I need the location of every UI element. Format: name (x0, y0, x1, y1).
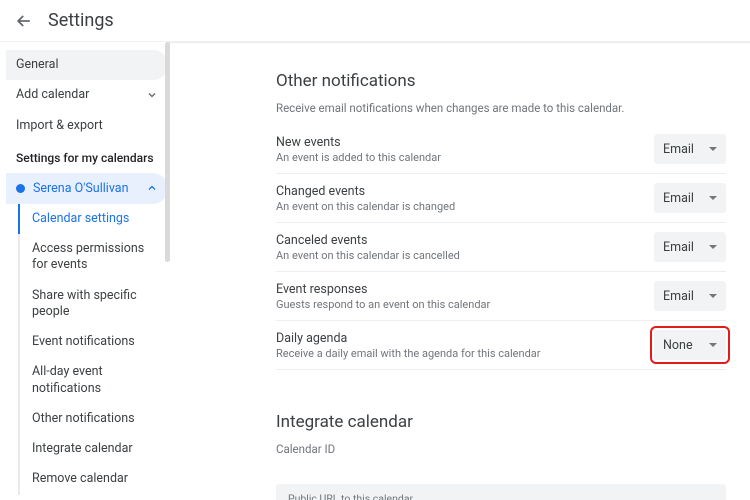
content-pane: Other notifications Receive email notifi… (168, 42, 750, 500)
public-url-box[interactable]: Public URL to this calendar https://cale… (276, 484, 726, 500)
notif-dropdown-event-responses[interactable]: Email (654, 281, 726, 311)
notif-title: Changed events (276, 184, 455, 199)
caret-down-icon (709, 294, 717, 298)
subnav-integrate-calendar[interactable]: Integrate calendar (20, 434, 168, 464)
dropdown-value: Email (663, 240, 694, 255)
subnav-calendar-settings[interactable]: Calendar settings (18, 204, 168, 234)
sidebar-item-label: Import & export (16, 118, 103, 134)
sidebar-subnav: Calendar settings Access permissions for… (18, 204, 168, 495)
subnav-other-notifications[interactable]: Other notifications (20, 404, 168, 434)
notif-title: Canceled events (276, 233, 460, 248)
chevron-down-icon (146, 89, 158, 101)
calendar-color-dot (16, 184, 25, 193)
caret-down-icon (709, 245, 717, 249)
notif-dropdown-canceled-events[interactable]: Email (654, 232, 726, 262)
sidebar-section-my-calendars: Settings for my calendars (6, 141, 168, 173)
sidebar-item-add-calendar[interactable]: Add calendar (6, 80, 168, 110)
notif-row-new-events: New events An event is added to this cal… (276, 125, 726, 174)
notif-desc: Guests respond to an event on this calen… (276, 298, 490, 311)
notif-title: Daily agenda (276, 331, 540, 346)
notif-row-changed-events: Changed events An event on this calendar… (276, 174, 726, 223)
subnav-access-permissions[interactable]: Access permissions for events (20, 234, 168, 281)
settings-header: Settings (0, 0, 750, 42)
subnav-share-people[interactable]: Share with specific people (20, 281, 168, 328)
sidebar-item-general[interactable]: General (6, 50, 168, 80)
sidebar-calendar-birthdays[interactable]: Birthdays (6, 495, 168, 500)
sidebar-calendar-serena[interactable]: Serena O'Sullivan (6, 173, 168, 204)
subnav-event-notifications[interactable]: Event notifications (20, 327, 168, 357)
dropdown-value: Email (663, 191, 694, 206)
section-desc-other-notifications: Receive email notifications when changes… (276, 101, 726, 115)
notif-row-event-responses: Event responses Guests respond to an eve… (276, 272, 726, 321)
sidebar: General Add calendar Import & export Set… (0, 42, 168, 500)
notif-title: Event responses (276, 282, 490, 297)
chevron-up-icon (146, 182, 158, 194)
integrate-section: Integrate calendar Calendar ID Public UR… (276, 412, 726, 500)
section-title-other-notifications: Other notifications (276, 71, 726, 91)
dropdown-value: Email (663, 289, 694, 304)
notif-desc: Receive a daily email with the agenda fo… (276, 347, 540, 360)
sidebar-item-import-export[interactable]: Import & export (6, 111, 168, 141)
notif-row-canceled-events: Canceled events An event on this calenda… (276, 223, 726, 272)
caret-down-icon (709, 147, 717, 151)
caret-down-icon (709, 196, 717, 200)
notif-desc: An event on this calendar is changed (276, 200, 455, 213)
notif-title: New events (276, 135, 441, 150)
sidebar-item-label: General (16, 57, 59, 73)
caret-down-icon (709, 343, 717, 347)
dropdown-value: Email (663, 142, 694, 157)
subnav-allday-notifications[interactable]: All-day event notifications (20, 357, 168, 404)
public-url-label: Public URL to this calendar (288, 492, 714, 500)
notif-dropdown-new-events[interactable]: Email (654, 134, 726, 164)
notif-desc: An event on this calendar is cancelled (276, 249, 460, 262)
back-arrow-icon[interactable] (12, 9, 36, 33)
page-title: Settings (48, 10, 114, 31)
calendar-name-label: Serena O'Sullivan (33, 181, 128, 196)
notif-desc: An event is added to this calendar (276, 151, 441, 164)
section-title-integrate: Integrate calendar (276, 412, 726, 432)
notif-dropdown-changed-events[interactable]: Email (654, 183, 726, 213)
notif-row-daily-agenda: Daily agenda Receive a daily email with … (276, 321, 726, 370)
sidebar-item-label: Add calendar (16, 87, 89, 103)
sidebar-scrollbar[interactable] (165, 42, 170, 262)
notif-dropdown-daily-agenda[interactable]: None (654, 330, 726, 360)
subnav-remove-calendar[interactable]: Remove calendar (20, 464, 168, 494)
calendar-id-label: Calendar ID (276, 442, 726, 456)
dropdown-value: None (663, 338, 693, 353)
